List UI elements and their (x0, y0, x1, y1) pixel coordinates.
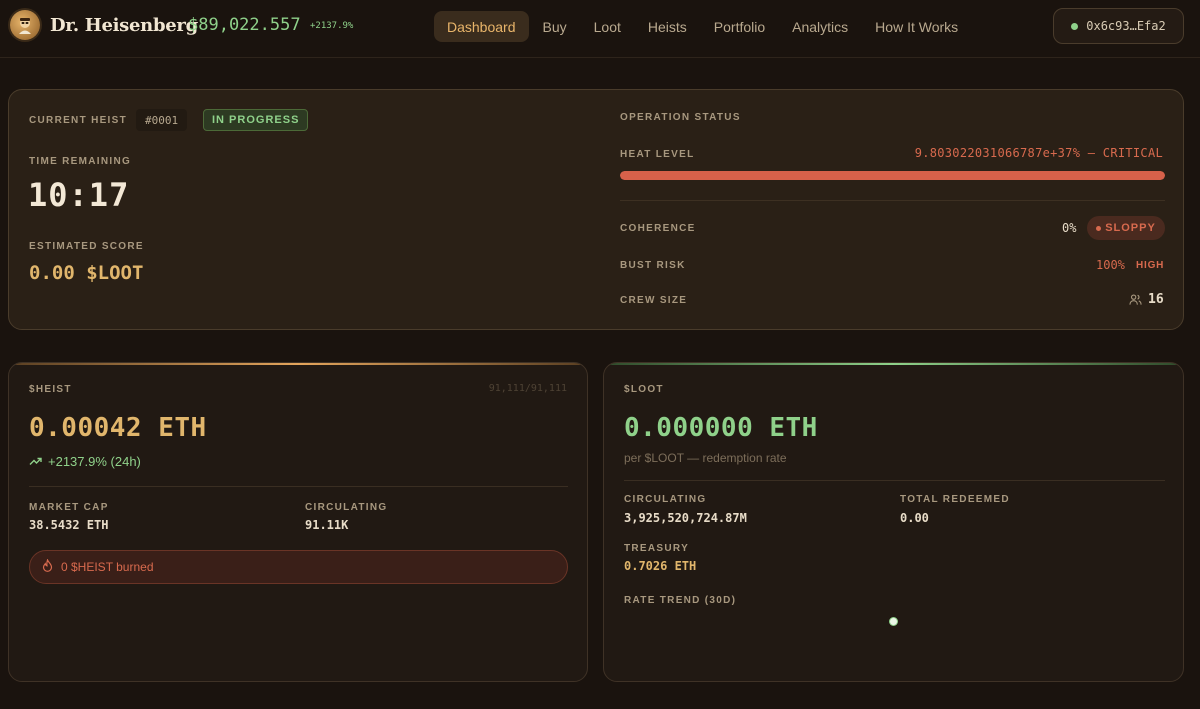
heist-supply: 91,111/91,111 (488, 383, 567, 394)
heat-level-label: HEAT LEVEL (620, 149, 695, 160)
bust-risk-level: HIGH (1136, 260, 1165, 271)
heist-token-card: $HEIST 91,111/91,111 0.00042 ETH +2137.9… (8, 362, 588, 682)
nav-dashboard[interactable]: Dashboard (434, 11, 529, 42)
card-accent-line (604, 363, 1183, 365)
bust-risk-value: 100% (1096, 258, 1125, 272)
trending-up-icon (29, 454, 42, 469)
treasury-label: TREASURY (624, 543, 690, 554)
wallet-address: 0x6c93…Efa2 (1086, 19, 1166, 33)
bust-risk-label: BUST RISK (620, 260, 686, 271)
heist-circulating-label: CIRCULATING (305, 502, 388, 513)
badge-dot-icon (1096, 225, 1102, 231)
scientist-logo-icon (10, 10, 40, 40)
coherence-badge: SLOPPY (1087, 216, 1165, 240)
brand-name: Dr. Heisenberg (50, 14, 198, 36)
total-redeemed-label: TOTAL REDEEMED (900, 494, 1010, 505)
heist-status-badge: IN PROGRESS (203, 109, 309, 131)
coherence-badge-text: SLOPPY (1105, 222, 1156, 234)
top-navbar: Dr. Heisenberg $89,022.557 +2137.9% Dash… (0, 0, 1200, 58)
divider (29, 486, 568, 487)
loot-circulating-value: 3,925,520,724.87M (624, 511, 747, 525)
heat-level-bar (620, 171, 1165, 180)
operation-status-label: OPERATION STATUS (620, 112, 741, 123)
nav-analytics[interactable]: Analytics (779, 11, 861, 42)
time-remaining: 10:17 (28, 176, 130, 214)
nav-buy[interactable]: Buy (530, 11, 580, 42)
market-cap-label: MARKET CAP (29, 502, 109, 513)
time-remaining-label: TIME REMAINING (29, 156, 132, 167)
price-change: +2137.9% (310, 21, 354, 31)
users-icon (1129, 293, 1142, 311)
heist-price-change: +2137.9% (24h) (29, 454, 141, 469)
nav-heists[interactable]: Heists (635, 11, 700, 42)
token-price: $89,022.557 (188, 15, 301, 35)
divider (624, 480, 1165, 481)
nav-how-it-works[interactable]: How It Works (862, 11, 971, 42)
loot-token-title: $LOOT (624, 384, 664, 395)
burned-notice: 0 $HEIST burned (29, 550, 568, 584)
current-heist-panel: CURRENT HEIST #0001 IN PROGRESS TIME REM… (8, 89, 1184, 330)
loot-rate-subtitle: per $LOOT — redemption rate (624, 451, 787, 465)
burned-text: 0 $HEIST burned (61, 560, 154, 574)
wallet-button[interactable]: 0x6c93…Efa2 (1053, 8, 1184, 44)
loot-token-price: 0.000000 ETH (624, 413, 818, 443)
market-cap-value: 38.5432 ETH (29, 518, 109, 532)
rate-trend-point (890, 618, 897, 625)
loot-circulating-label: CIRCULATING (624, 494, 707, 505)
heist-token-price: 0.00042 ETH (29, 413, 207, 443)
heist-price-change-text: +2137.9% (24h) (48, 454, 141, 469)
estimated-score-label: ESTIMATED SCORE (29, 241, 144, 252)
current-heist-label: CURRENT HEIST (29, 115, 128, 126)
heist-id: #0001 (136, 109, 188, 131)
card-accent-line (9, 363, 587, 365)
rate-trend-label: RATE TREND (30D) (624, 595, 737, 606)
flame-icon (42, 558, 53, 575)
coherence-value: 0% (1062, 221, 1077, 235)
heist-token-title: $HEIST (29, 384, 72, 395)
total-redeemed-value: 0.00 (900, 511, 929, 525)
brand[interactable]: Dr. Heisenberg (10, 10, 198, 40)
heat-level-value: 9.803022031066787e+37% — CRITICAL (914, 146, 1163, 160)
crew-size-value: 16 (1148, 292, 1164, 307)
treasury-value: 0.7026 ETH (624, 559, 697, 573)
heist-circulating-value: 91.11K (305, 518, 349, 532)
nav-portfolio[interactable]: Portfolio (701, 11, 778, 42)
coherence-label: COHERENCE (620, 223, 696, 234)
status-dot-icon (1071, 22, 1079, 30)
heat-level-fill (620, 171, 1165, 180)
main-nav: Dashboard Buy Loot Heists Portfolio Anal… (434, 11, 972, 42)
nav-loot[interactable]: Loot (581, 11, 634, 42)
loot-token-card: $LOOT 0.000000 ETH per $LOOT — redemptio… (603, 362, 1184, 682)
divider (620, 200, 1165, 201)
estimated-score: 0.00 $LOOT (29, 262, 144, 284)
crew-size-label: CREW SIZE (620, 295, 688, 306)
